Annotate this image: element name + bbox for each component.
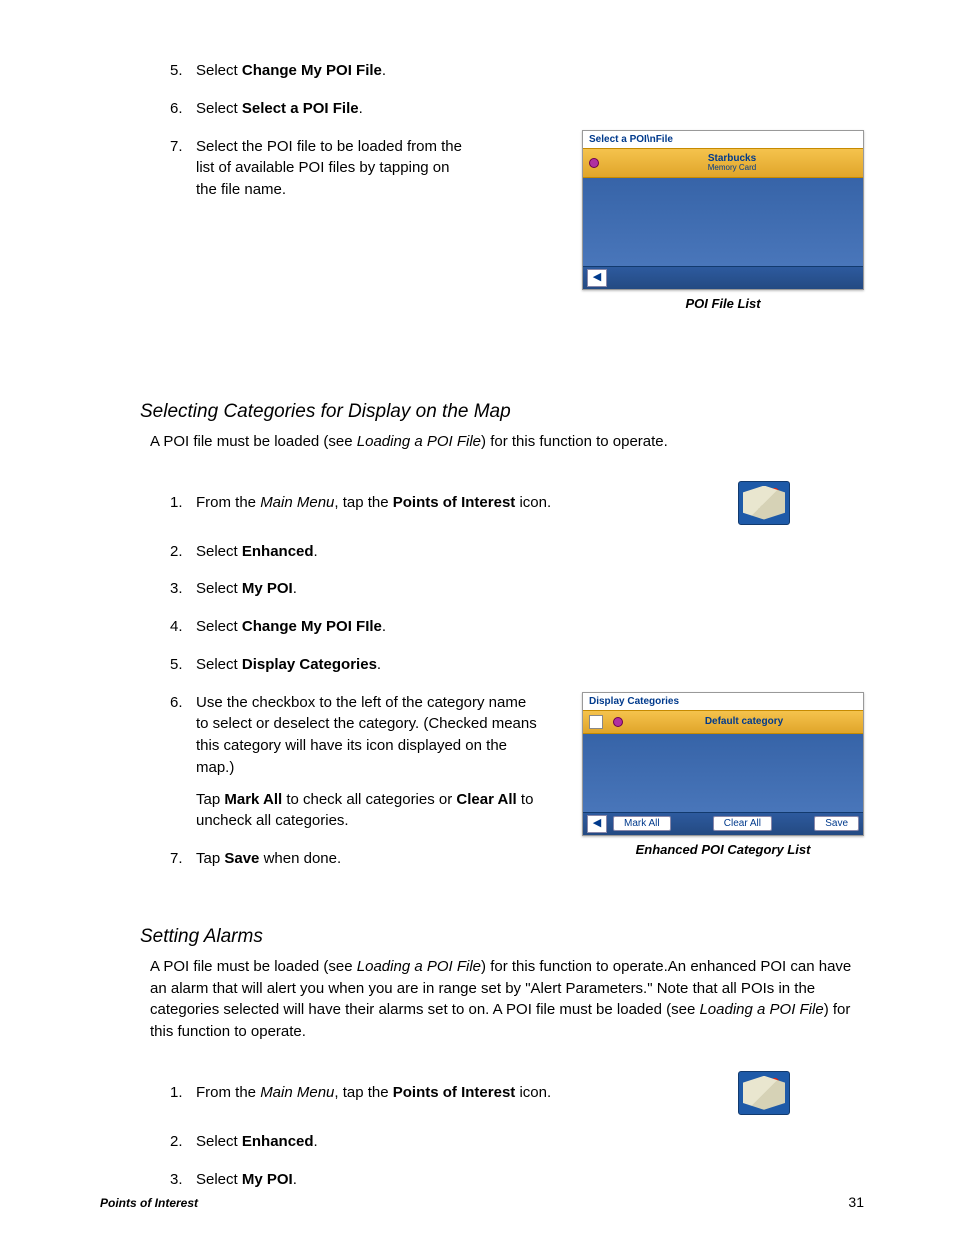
list-item: 7. Tap Save when done. [170, 848, 540, 870]
section-heading-categories: Selecting Categories for Display on the … [140, 401, 864, 423]
mini-screenshot-poi-file: Select a POI\nFile Starbucks Memory Card… [582, 130, 864, 290]
list-item: 6. Select Select a POI File. [170, 98, 470, 120]
mark-all-button: Mark All [613, 816, 671, 831]
section-intro-categories: A POI file must be loaded (see Loading a… [150, 431, 864, 453]
list-text: Select Change My POI File. [196, 60, 470, 82]
checkbox-icon [589, 715, 603, 729]
figure-caption: Enhanced POI Category List [582, 842, 864, 857]
poi-dot-icon [589, 158, 599, 168]
list-text: Select the POI file to be loaded from th… [196, 136, 470, 201]
list-item: 3. Select My POI. [170, 578, 790, 600]
list-number: 2. [170, 541, 196, 563]
footer-section-title: Points of Interest [100, 1196, 198, 1210]
list-item: 1. From the Main Menu, tap the Points of… [170, 481, 790, 525]
list-item: 3. Select My POI. [170, 1169, 790, 1191]
list-subtext: Tap Mark All to check all categories or … [196, 789, 540, 833]
list-number: 6. [170, 98, 196, 120]
ordered-list-top: 5. Select Change My POI File. 6. Select … [170, 60, 470, 201]
mini-footer-bar: ◀ Mark All Clear All Save [583, 812, 863, 835]
list-item: 2. Select Enhanced. [170, 1131, 790, 1153]
footer-page-number: 31 [848, 1194, 864, 1210]
step6-with-figure: 6. Use the checkbox to the left of the c… [170, 692, 864, 886]
section-intro-alarms: A POI file must be loaded (see Loading a… [150, 956, 864, 1043]
list-text: Tap Save when done. [196, 848, 540, 870]
list-number: 5. [170, 654, 196, 676]
mini-list-row: Default category [583, 710, 863, 734]
mini-row-label: Default category [631, 716, 857, 727]
list-number: 7. [170, 848, 196, 870]
list-number: 6. [170, 692, 196, 833]
save-button: Save [814, 816, 859, 831]
figure-poi-file-list: Select a POI\nFile Starbucks Memory Card… [582, 130, 864, 311]
list-item: 7. Select the POI file to be loaded from… [170, 136, 470, 201]
list-item: 4. Select Change My POI FIle. [170, 616, 790, 638]
list-number: 1. [170, 492, 196, 514]
top-steps-text: 5. Select Change My POI File. 6. Select … [100, 60, 470, 217]
step6-text-col: 6. Use the checkbox to the left of the c… [170, 692, 540, 886]
list-text: Select My POI. [196, 578, 790, 600]
section-heading-alarms: Setting Alarms [140, 926, 864, 948]
back-icon: ◀ [587, 269, 607, 287]
ordered-list-categories: 1. From the Main Menu, tap the Points of… [170, 481, 864, 886]
list-item: 1. From the Main Menu, tap the Points of… [170, 1071, 790, 1115]
list-item: 5. Select Change My POI File. [170, 60, 470, 82]
list-text: From the Main Menu, tap the Points of In… [196, 492, 726, 514]
list-number: 3. [170, 578, 196, 600]
list-text: Select Enhanced. [196, 541, 790, 563]
page-footer: Points of Interest 31 [100, 1194, 864, 1210]
ordered-list-alarms: 1. From the Main Menu, tap the Points of… [170, 1071, 864, 1191]
list-text: From the Main Menu, tap the Points of In… [196, 1082, 726, 1104]
poi-map-icon [738, 481, 790, 525]
list-text: Select My POI. [196, 1169, 790, 1191]
top-steps-block: 5. Select Change My POI File. 6. Select … [100, 60, 864, 311]
list-number: 5. [170, 60, 196, 82]
list-number: 1. [170, 1082, 196, 1104]
list-text: Use the checkbox to the left of the cate… [196, 692, 540, 833]
list-text: Select Enhanced. [196, 1131, 790, 1153]
mini-body [583, 178, 863, 266]
back-icon: ◀ [587, 815, 607, 833]
list-number: 7. [170, 136, 196, 201]
list-item: 6. Use the checkbox to the left of the c… [170, 692, 540, 833]
list-text: Select Change My POI FIle. [196, 616, 790, 638]
mini-title: Select a POI\nFile [583, 131, 863, 148]
list-text: Select Display Categories. [196, 654, 790, 676]
list-number: 4. [170, 616, 196, 638]
list-item: 5. Select Display Categories. [170, 654, 790, 676]
mini-footer-bar: ◀ [583, 266, 863, 289]
figure-display-categories: Display Categories Default category ◀ Ma… [582, 692, 864, 857]
figure-caption: POI File List [582, 296, 864, 311]
list-number: 3. [170, 1169, 196, 1191]
mini-list-row: Starbucks Memory Card [583, 148, 863, 178]
mini-screenshot-categories: Display Categories Default category ◀ Ma… [582, 692, 864, 836]
mini-body [583, 734, 863, 812]
clear-all-button: Clear All [713, 816, 772, 831]
mini-row-label: Starbucks Memory Card [607, 153, 857, 173]
poi-dot-icon [613, 717, 623, 727]
document-page: 5. Select Change My POI File. 6. Select … [0, 0, 954, 1246]
poi-map-icon [738, 1071, 790, 1115]
list-item: 2. Select Enhanced. [170, 541, 790, 563]
mini-title: Display Categories [583, 693, 863, 710]
list-number: 2. [170, 1131, 196, 1153]
list-text: Select Select a POI File. [196, 98, 470, 120]
